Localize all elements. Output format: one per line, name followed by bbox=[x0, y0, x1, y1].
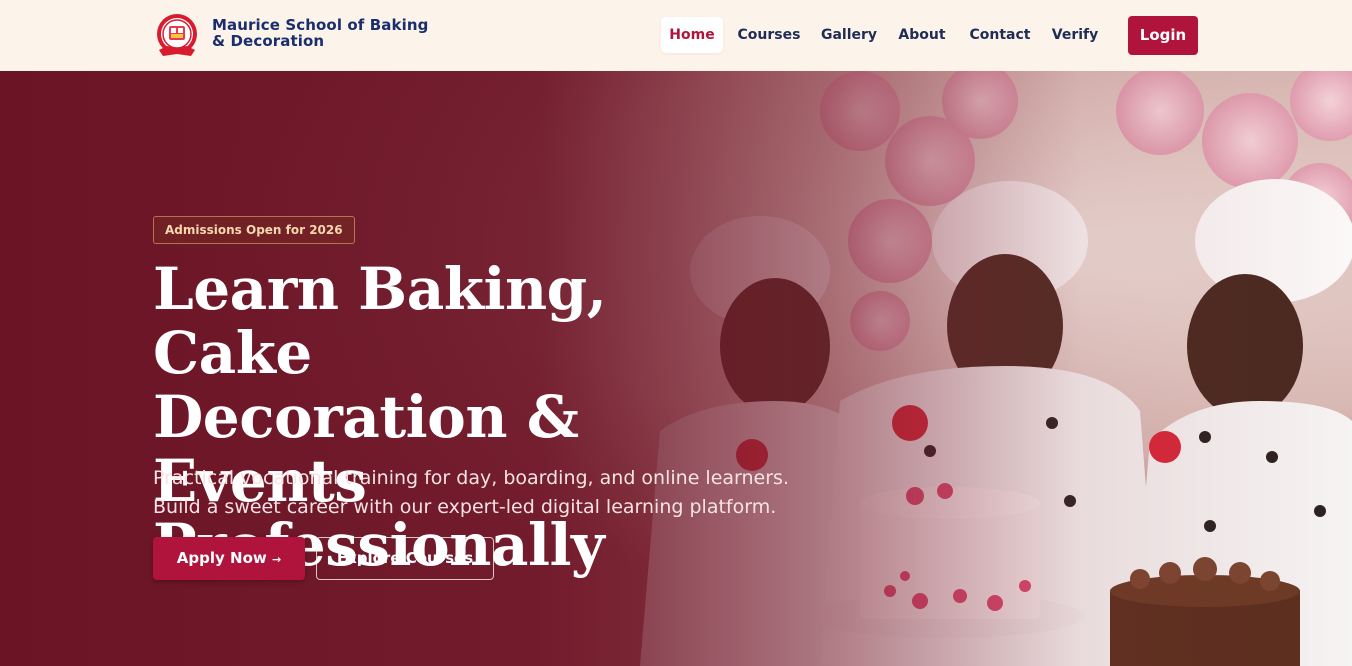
login-button[interactable]: Login bbox=[1128, 16, 1198, 55]
hero-section: Admissions Open for 2026 Learn Baking, C… bbox=[0, 71, 1352, 666]
nav-contact[interactable]: Contact bbox=[964, 17, 1036, 53]
brand-name[interactable]: Maurice School of Baking & Decoration bbox=[212, 17, 428, 49]
hero-headline: Learn Baking, Cake Decoration & Events P… bbox=[153, 257, 773, 577]
nav-courses[interactable]: Courses bbox=[733, 17, 805, 53]
admissions-badge: Admissions Open for 2026 bbox=[153, 216, 355, 244]
brand-name-line2: & Decoration bbox=[212, 32, 325, 50]
hero-subtext: Practical vocational training for day, b… bbox=[153, 467, 789, 518]
arrow-right-icon: → bbox=[271, 553, 282, 566]
nav-gallery[interactable]: Gallery bbox=[816, 17, 882, 53]
headline-line1: Learn Baking, Cake bbox=[153, 255, 607, 387]
brand-name-line1: Maurice School of Baking bbox=[212, 16, 429, 34]
explore-courses-button[interactable]: Explore Courses bbox=[316, 537, 494, 580]
nav-verify[interactable]: Verify bbox=[1047, 17, 1103, 53]
apply-now-label: Apply Now bbox=[176, 549, 267, 567]
apply-now-button[interactable]: Apply Now → bbox=[153, 537, 305, 580]
nav-about[interactable]: About bbox=[893, 17, 951, 53]
school-crest-logo[interactable] bbox=[153, 12, 201, 60]
nav-home[interactable]: Home bbox=[661, 17, 723, 53]
site-header: Maurice School of Baking & Decoration Ho… bbox=[0, 0, 1352, 71]
